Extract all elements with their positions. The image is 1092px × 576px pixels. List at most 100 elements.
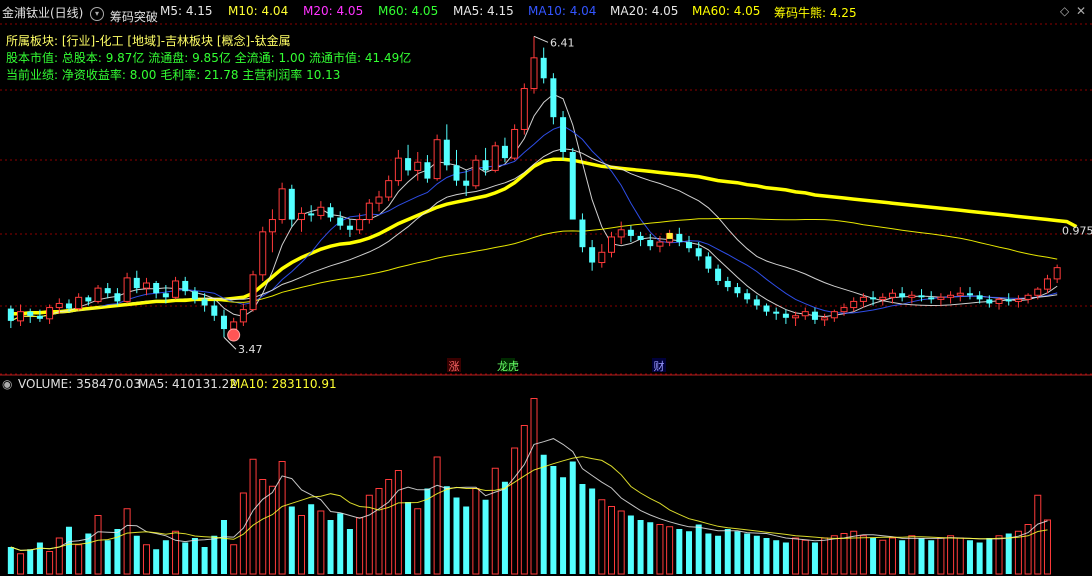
volume-bar [259,479,267,575]
candle-body [182,280,189,292]
volume-bar [327,520,334,574]
volume-bar [239,492,247,575]
volume-bar [956,537,964,575]
volume-bar [443,486,450,574]
volume-bar [870,538,877,574]
candle-body [821,317,829,321]
candle-body [394,157,402,182]
volume-bar [947,535,955,575]
right-label: 0.975 [1062,225,1092,238]
candle-body [1005,299,1012,302]
volume-bar [7,547,14,574]
volume-circle-icon[interactable]: ◉ [2,377,12,391]
candle-body [501,145,508,159]
candle-body [617,229,625,238]
volume-bar [142,544,150,575]
candle-body [589,247,596,263]
volume-bar [617,510,625,575]
volume-bar [491,467,499,575]
volume-bar [211,535,218,574]
candle-body [850,300,858,309]
candle-body [966,293,973,296]
marker-cai: 财 [654,359,665,373]
candle-body [327,207,334,218]
candle-body [123,277,131,302]
volume-bar [424,488,431,574]
candle-body [153,283,160,294]
candle-body [482,160,489,171]
candle-body [308,213,315,216]
volume-value: VOLUME: 358470.03 [18,377,141,391]
candle-body [686,242,693,249]
volume-bar [995,535,1003,575]
candle-body [142,282,150,289]
volume-bar [288,506,295,574]
candle-body [424,162,431,179]
candle-body [879,296,887,300]
marker-zhang: 涨 [449,360,460,373]
volume-bar [385,479,393,575]
candle-body [27,311,34,316]
ma10-line [10,125,1058,322]
candle-body [85,297,92,302]
candle-body [540,57,547,79]
volume-bar [191,538,198,574]
volume-ma5: MA5: 410131.22 [138,377,237,391]
volume-bar [511,447,519,575]
candle-body [695,248,702,257]
candle-body [705,256,712,269]
candle-body [433,139,441,180]
candle-body [511,128,519,159]
volume-bar [744,533,751,574]
volume-chart[interactable] [0,392,1092,576]
volume-bar [133,535,140,574]
volume-bar [899,540,906,574]
volume-bar [937,537,945,575]
volume-bar [782,542,789,574]
volume-bar [656,524,664,575]
ma5-line [10,93,1058,322]
candle-body [1014,298,1022,302]
candle-body [472,159,480,187]
candle-body [405,158,412,171]
volume-bar [1005,533,1012,574]
volume-bar [501,481,508,574]
volume-bar [579,484,586,574]
candle-body [1024,294,1032,300]
candle-body [191,291,198,300]
candle-body [598,251,606,264]
candle-body [162,293,169,298]
volume-bar [17,553,25,575]
volume-bar [453,497,460,574]
volume-bar [278,461,286,575]
candle-body [443,139,450,166]
volume-bar [976,542,983,574]
volume-bar [162,540,169,574]
volume-header: ◉ VOLUME: 358470.03 MA5: 410131.22 MA10:… [0,376,1092,392]
candle-body [870,297,877,300]
volume-bar [346,529,353,574]
candle-body [995,298,1003,304]
volume-bar [966,540,973,574]
candle-body [1034,288,1042,296]
candle-body [463,180,470,186]
price-chart[interactable]: 6.41 3.47 0.975 涨 龙虎 财 [0,0,1092,376]
candle-body [792,315,800,319]
volume-bar [763,538,770,574]
candle-body [375,196,383,204]
buy-signal-marker [227,328,241,342]
candle-body [976,295,983,300]
volume-bar [773,540,780,574]
volume-bar [297,515,305,575]
volume-bar [530,398,538,575]
signal-square [666,232,673,239]
candle-body [7,308,14,321]
candle-body [724,280,731,288]
volume-bar [94,515,102,575]
candle-body [888,292,896,298]
volume-bar [676,529,683,574]
volume-bar [540,454,547,574]
candle-body [491,145,499,171]
volume-bar [724,529,731,574]
volume-bar [1024,524,1032,575]
